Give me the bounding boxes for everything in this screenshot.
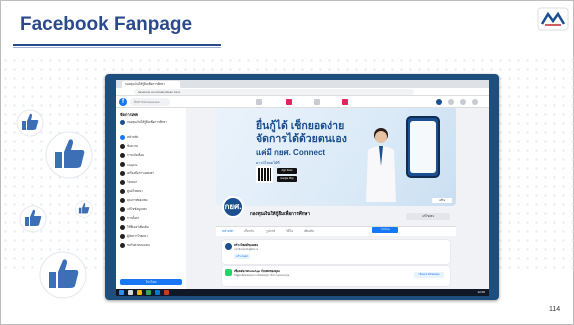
whatsapp-card: เชื่อมต่อ WhatsApp กับเพจของคุณ ให้ผู้คน… xyxy=(222,266,450,286)
app-store-badge: App Store xyxy=(277,168,297,174)
card-text: ให้ผู้คนติดต่อคุณผ่าน WhatsApp ได้จากเพจ… xyxy=(234,274,290,277)
sidebar-item[interactable]: การตั้งค่า xyxy=(120,215,139,222)
cover-photo: ยื่นกู้ได้ เช็กยอดง่าย จัดการได้ด้วยตนเอง… xyxy=(216,108,456,206)
title-underline-thin xyxy=(13,47,221,48)
thumbs-up-icon xyxy=(19,205,47,233)
sidebar-item[interactable]: หน้าหลัก xyxy=(120,134,138,141)
tab-home[interactable]: หน้าหลัก xyxy=(222,229,233,234)
tab-more[interactable]: เพิ่มเติม xyxy=(304,229,314,234)
pages-icon[interactable] xyxy=(286,99,292,105)
search-icon[interactable] xyxy=(128,290,133,295)
windows-start-icon[interactable] xyxy=(119,290,124,295)
qr-code xyxy=(256,166,273,183)
facebook-topbar: f ค้นหาบน Facebook xyxy=(116,96,489,108)
browser-screen: กองทุนเงินให้กู้ยืมเพื่อการศึกษา faceboo… xyxy=(116,80,489,296)
thumbs-up-icon xyxy=(39,251,87,299)
sidebar-item[interactable]: ผู้จัดการโฆษณา xyxy=(120,233,148,240)
sidebar-item[interactable]: ข้อความ xyxy=(120,143,138,150)
messenger-icon[interactable] xyxy=(460,99,466,105)
google-play-badge: Google Play xyxy=(277,176,297,182)
thumbs-up-icon xyxy=(16,109,44,137)
tab-about[interactable]: เกี่ยวกับ xyxy=(244,229,254,234)
presentation-slide: Facebook Fanpage กองทุนเงินให้กู้ยืมเพื่… xyxy=(0,0,574,325)
page-main: ยื่นกู้ได้ เช็กยอดง่าย จัดการได้ด้วยตนเอง… xyxy=(186,108,489,289)
thumbs-up-icon xyxy=(45,131,93,179)
person-photo xyxy=(366,128,396,202)
chrome-icon[interactable] xyxy=(146,290,151,295)
sidebar-item[interactable]: การแจ้งเตือน xyxy=(120,152,144,159)
connect-whatsapp-button[interactable]: เชื่อมต่อ WhatsApp xyxy=(414,272,444,278)
sidebar-page-item[interactable]: กองทุนเงินให้กู้ยืมเพื่อการศึกษา xyxy=(120,119,167,126)
monitor-frame: กองทุนเงินให้กู้ยืมเพื่อการศึกษา faceboo… xyxy=(105,74,499,300)
phone-mockup xyxy=(406,116,440,178)
cover-headline: ยื่นกู้ได้ เช็กยอดง่าย จัดการได้ด้วยตนเอง xyxy=(256,120,347,145)
avatar xyxy=(225,243,232,250)
sidebar-item[interactable]: คุณภาพของเพจ xyxy=(120,197,148,204)
taskbar-clock: 12:00 xyxy=(477,290,485,294)
bell-icon[interactable] xyxy=(472,99,478,105)
windows-taskbar: 12:00 xyxy=(116,289,489,296)
browser-urlbar: facebook.com/studentloan.fund xyxy=(116,88,489,96)
sidebar-item[interactable]: เครื่องมือการเผยแพร่ xyxy=(120,170,154,177)
create-post-button[interactable]: สร้างโพสต์ xyxy=(234,254,250,259)
sidebar-item[interactable]: ใช้ฟีเจอร์เพิ่มเติม xyxy=(120,224,149,231)
notifications-nav-icon[interactable] xyxy=(342,99,348,105)
powerpoint-icon[interactable] xyxy=(164,290,169,295)
facebook-logo-icon[interactable]: f xyxy=(119,98,127,106)
sidebar-title: จัดการเพจ xyxy=(120,112,139,117)
sidebar-item[interactable]: Insights xyxy=(120,161,137,168)
sidebar-item[interactable]: ศูนย์โฆษณา xyxy=(120,188,143,195)
whatsapp-icon xyxy=(225,269,232,276)
browser-tab[interactable]: กองทุนเงินให้กู้ยืมเพื่อการศึกษา xyxy=(122,81,180,88)
facebook-search-input[interactable]: ค้นหาบน Facebook xyxy=(130,98,170,106)
promote-button[interactable]: โปรโมท xyxy=(372,227,398,233)
browser-tabbar: กองทุนเงินให้กู้ยืมเพื่อการศึกษา xyxy=(116,80,489,88)
edit-cover-button[interactable]: แก้ไข xyxy=(432,198,452,203)
title-underline xyxy=(13,44,221,46)
menu-icon[interactable] xyxy=(448,99,454,105)
sidebar-item[interactable]: ขอรับค่าตอบแทน xyxy=(120,242,150,249)
sidebar-item[interactable]: โฆษณา xyxy=(120,179,137,186)
thumbs-up-icon xyxy=(75,200,93,218)
page-profile-picture[interactable]: กยศ. xyxy=(222,196,244,218)
address-bar[interactable]: facebook.com/studentloan.fund xyxy=(134,89,414,95)
file-explorer-icon[interactable] xyxy=(137,290,142,295)
sidebar-item[interactable]: แก้ไขข้อมูลเพจ xyxy=(120,206,147,213)
organization-logo-icon xyxy=(537,7,569,31)
account-avatar[interactable] xyxy=(436,99,442,105)
slide-title: Facebook Fanpage xyxy=(20,14,193,35)
sidebar-promote-button[interactable]: โปรโมท xyxy=(120,279,182,285)
tab-photos[interactable]: รูปภาพ xyxy=(266,229,275,234)
create-post-card: สร้างโพสต์ของเพจ แชร์อัปเดตกับผู้ติดตาม … xyxy=(222,240,450,264)
tab-videos[interactable]: วิดีโอ xyxy=(286,229,293,234)
edit-page-button[interactable]: แก้ไขเพจ xyxy=(406,213,450,220)
page-manager-sidebar: จัดการเพจ กองทุนเงินให้กู้ยืมเพื่อการศึก… xyxy=(116,108,186,289)
groups-icon[interactable] xyxy=(314,99,320,105)
home-icon[interactable] xyxy=(256,99,262,105)
page-number: 114 xyxy=(549,306,561,313)
page-tabs: หน้าหลัก เกี่ยวกับ รูปภาพ วิดีโอ เพิ่มเต… xyxy=(216,226,456,236)
edge-icon[interactable] xyxy=(155,290,160,295)
cover-subheadline: แค่มี กยศ. Connect xyxy=(256,148,326,157)
card-text: แชร์อัปเดตกับผู้ติดตาม xyxy=(234,248,259,251)
page-name: กองทุนเงินให้กู้ยืมเพื่อการศึกษา xyxy=(250,211,310,216)
